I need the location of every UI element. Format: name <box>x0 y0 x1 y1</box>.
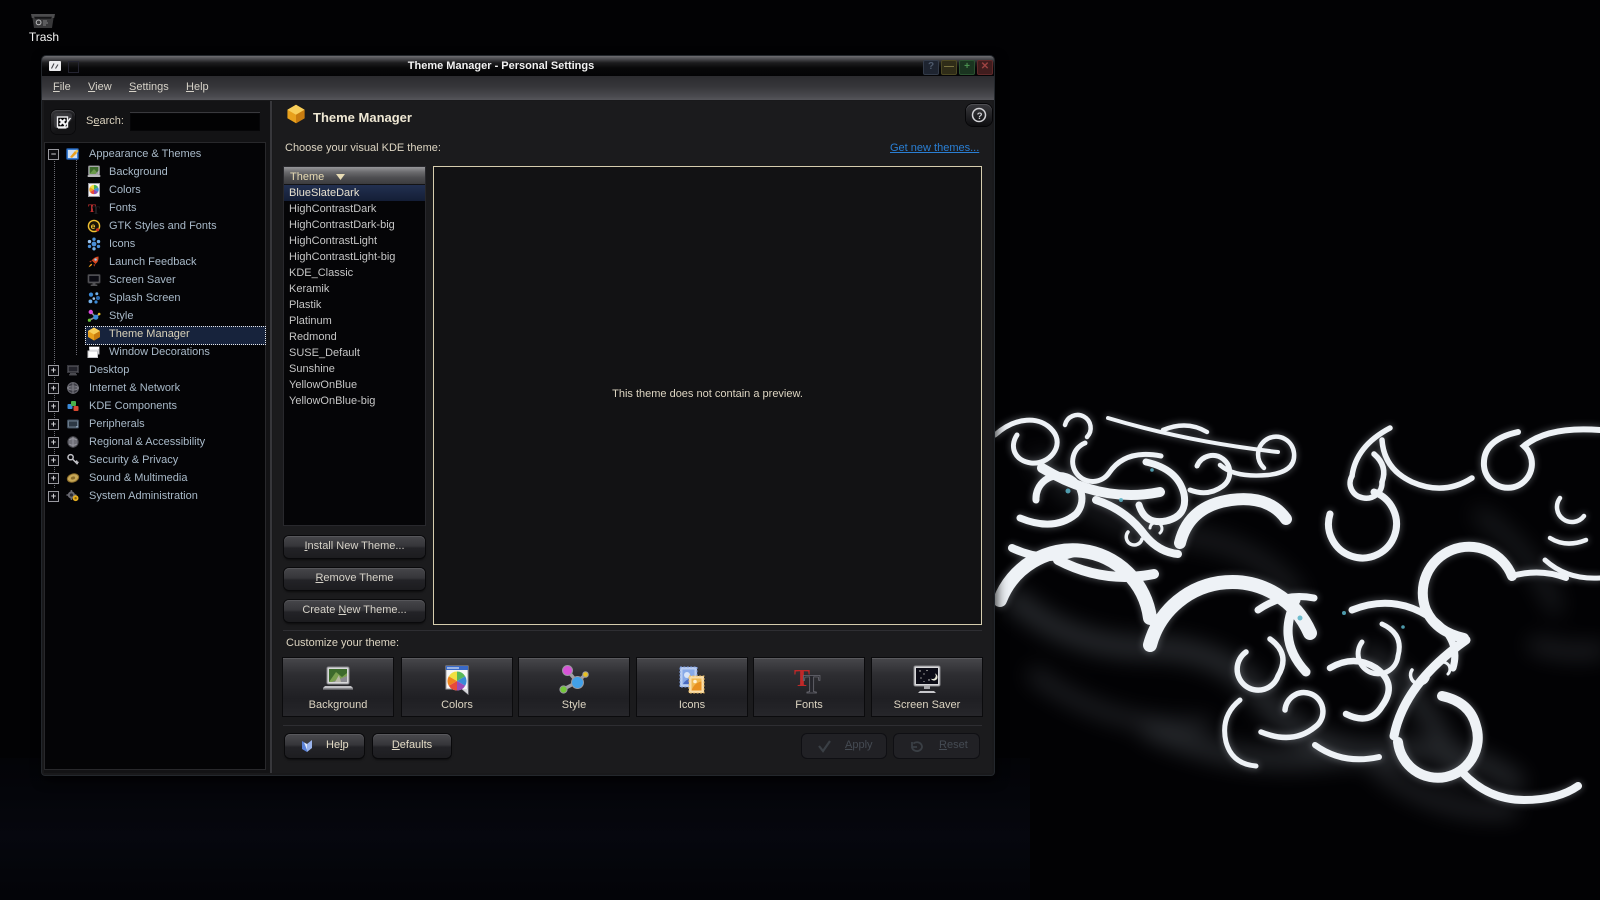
svg-text:e: e <box>91 221 96 231</box>
svg-text:?: ? <box>977 111 983 122</box>
svg-text:T: T <box>803 670 820 696</box>
svg-text:T: T <box>92 203 100 215</box>
